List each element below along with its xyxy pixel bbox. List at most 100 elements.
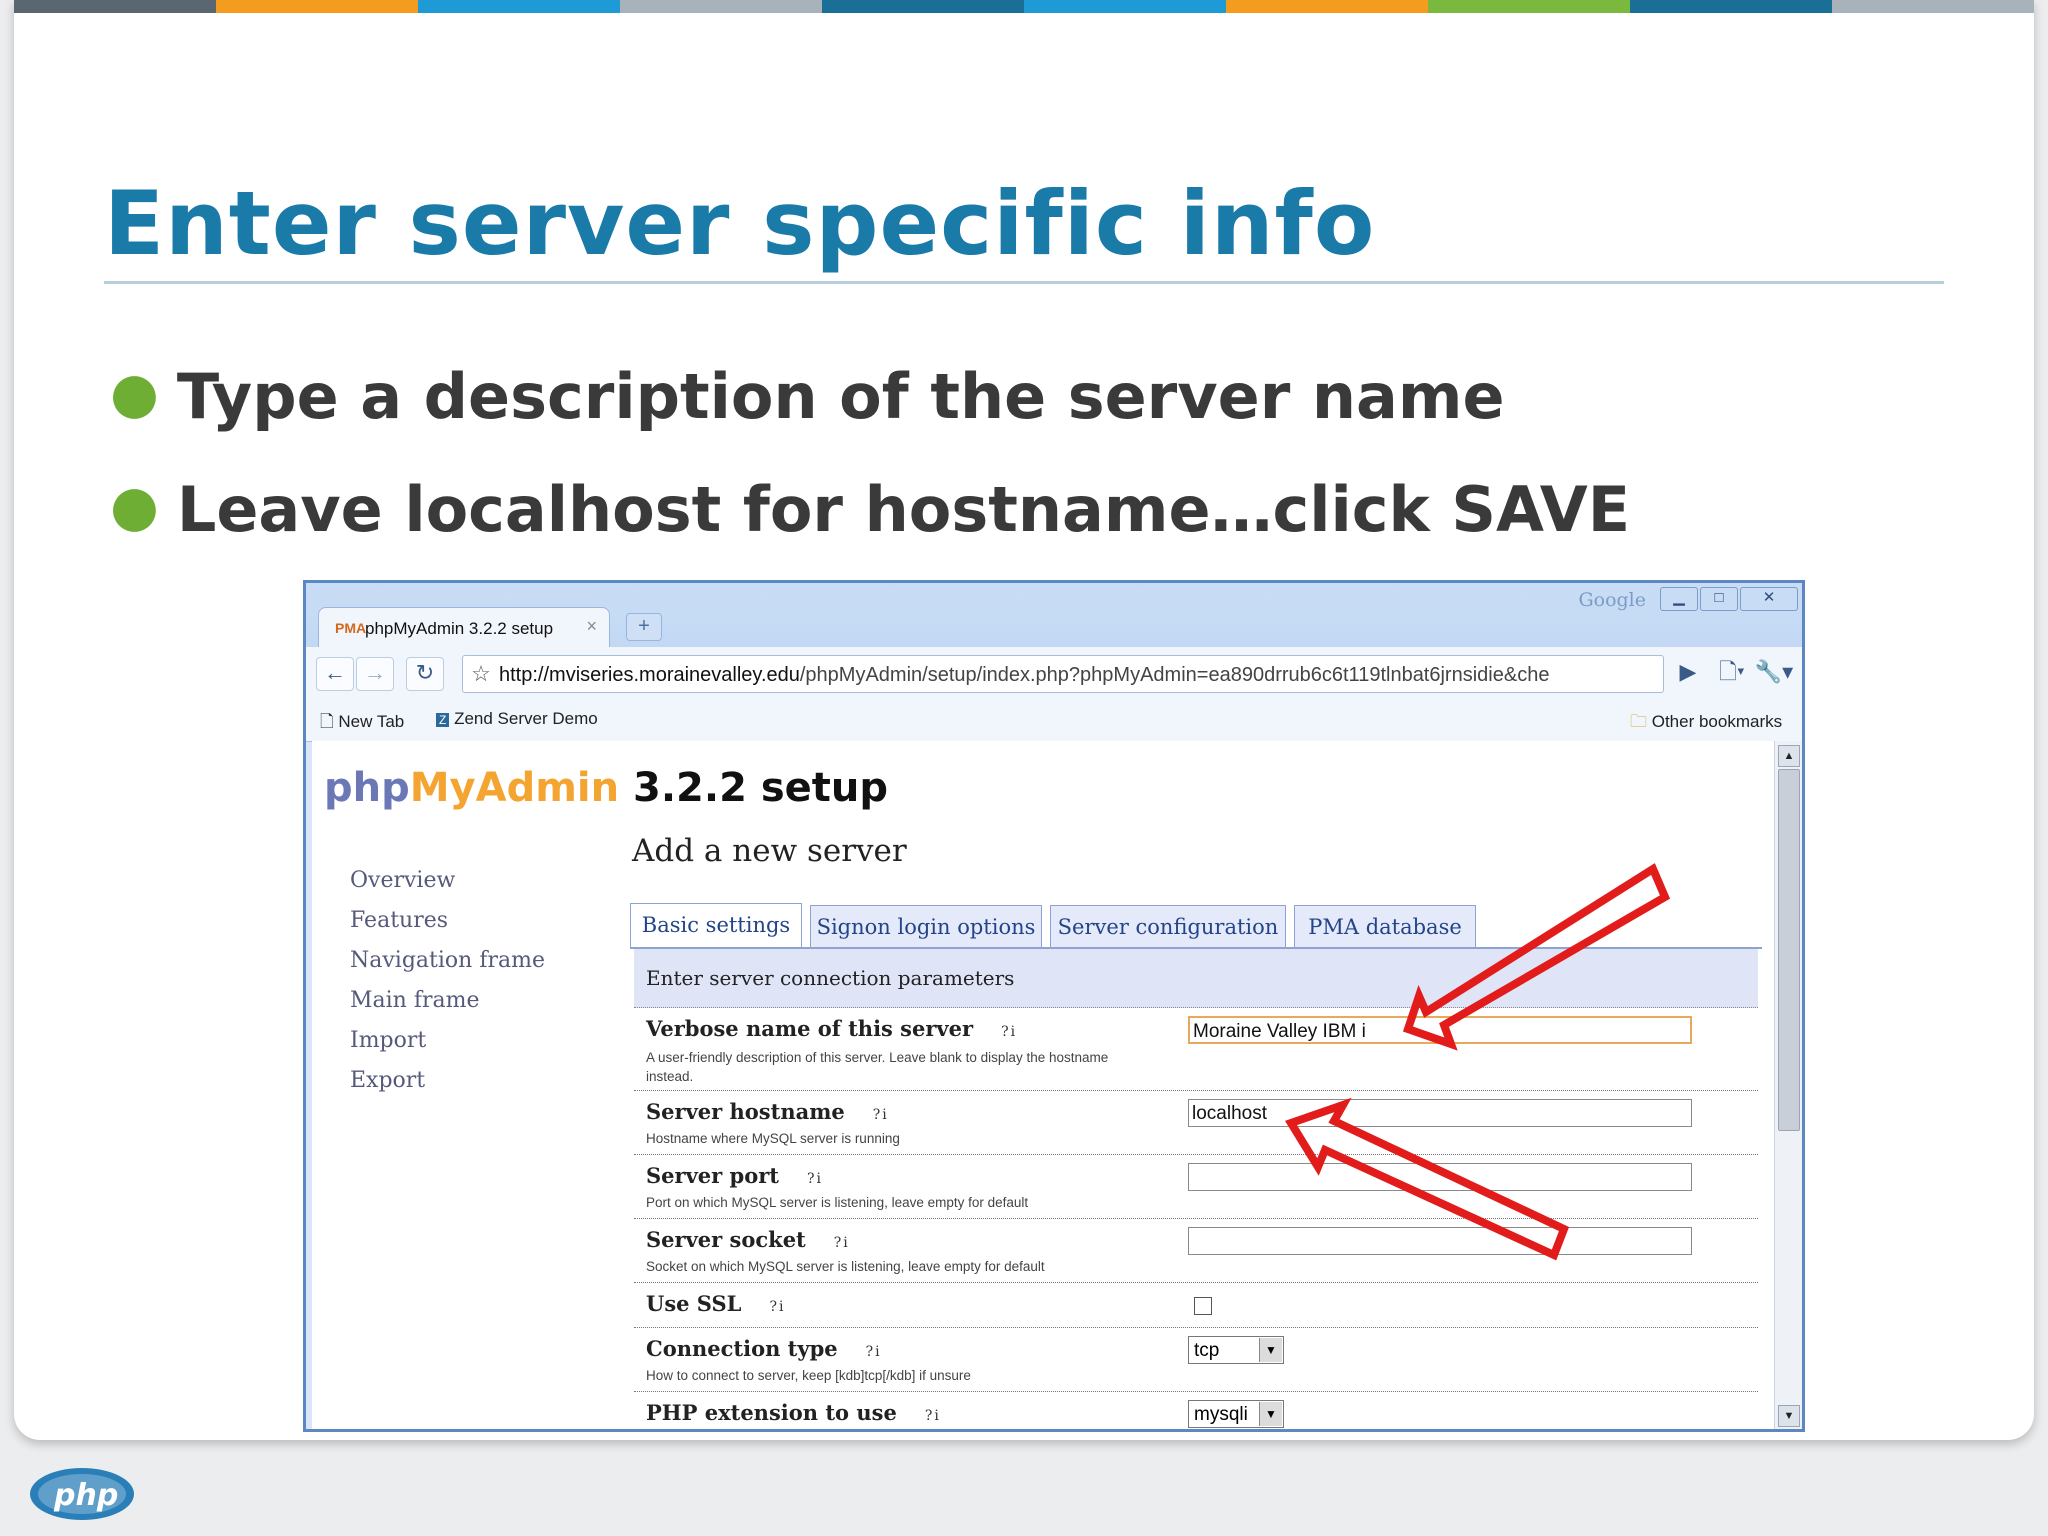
- field-description: Port on which MySQL server is listening,…: [646, 1195, 1029, 1210]
- url-host: http://mviseries.morainevalley.edu: [499, 664, 800, 686]
- help-icon[interactable]: ?i: [834, 1235, 850, 1251]
- nav-item-features[interactable]: Features: [350, 901, 545, 941]
- browser-page: phpMyAdmin 3.2.2 setup Overview Features…: [312, 741, 1774, 1429]
- maximize-icon[interactable]: □: [1700, 587, 1738, 611]
- zend-icon: Z: [436, 713, 450, 727]
- php-logo-icon: php: [30, 1468, 134, 1520]
- field-description: Socket on which MySQL server is listenin…: [646, 1259, 1045, 1274]
- setup-nav: Overview Features Navigation frame Main …: [350, 861, 545, 1101]
- title-divider: [104, 281, 1944, 284]
- server-form: Enter server connection parameters Verbo…: [634, 949, 1758, 1429]
- tab-server-configuration[interactable]: Server configuration: [1050, 905, 1286, 947]
- page-menu-icon[interactable]: 🗋▾: [1710, 657, 1754, 689]
- bullet-text: Type a description of the server name: [176, 360, 1505, 433]
- field-label: Server port ?i: [646, 1163, 823, 1188]
- field-label: Use SSL ?i: [646, 1291, 786, 1316]
- tab-basic-settings[interactable]: Basic settings: [630, 903, 802, 947]
- field-label: PHP extension to use ?i: [646, 1400, 941, 1425]
- bullet-text: Leave localhost for hostname…click SAVE: [176, 473, 1631, 546]
- bullet-item: ● Type a description of the server name: [110, 360, 1505, 433]
- field-label: Verbose name of this server ?i: [646, 1016, 1018, 1041]
- field-label: Server hostname ?i: [646, 1099, 889, 1124]
- forward-icon[interactable]: →: [356, 657, 394, 691]
- slide: Enter server specific info ● Type a descr…: [14, 0, 2034, 1440]
- stripe-segment: [216, 0, 418, 13]
- nav-item-export[interactable]: Export: [350, 1061, 545, 1101]
- connection-type-select[interactable]: tcp ▼: [1188, 1336, 1284, 1364]
- section-title: Add a new server: [632, 833, 907, 869]
- verbose-name-input[interactable]: Moraine Valley IBM i: [1188, 1016, 1692, 1044]
- stripe-segment: [1226, 0, 1428, 13]
- field-description: How to connect to server, keep [kdb]tcp[…: [646, 1368, 971, 1383]
- page-scrollbar[interactable]: ▲ ▼: [1774, 741, 1802, 1429]
- go-icon[interactable]: ▶: [1670, 657, 1706, 689]
- url-path: /phpMyAdmin/setup/index.php?phpMyAdmin=e…: [799, 664, 1550, 686]
- form-row-php-extension: PHP extension to use ?i mysqli ▼: [634, 1392, 1758, 1429]
- form-row-connection-type: Connection type ?i How to connect to serv…: [634, 1328, 1758, 1392]
- stripe-segment: [1630, 0, 1832, 13]
- tab-title: phpMyAdmin 3.2.2 setup: [365, 619, 554, 638]
- browser-window: Google ▁ □ ✕ PMA phpMyAdmin 3.2.2 setup …: [303, 580, 1805, 1432]
- back-icon[interactable]: ←: [316, 657, 354, 691]
- tab-close-icon[interactable]: ×: [586, 616, 597, 637]
- wrench-icon[interactable]: 🔧▾: [1752, 657, 1796, 689]
- nav-item-import[interactable]: Import: [350, 1021, 545, 1061]
- color-stripe: [14, 0, 2034, 13]
- browser-toolbar: ← → ↻ ☆ http://mviseries.morainevalley.ed…: [306, 647, 1802, 697]
- form-row-server-port: Server port ?i Port on which MySQL server…: [634, 1155, 1758, 1219]
- field-label: Connection type ?i: [646, 1336, 882, 1361]
- bookmark-zend-server-demo[interactable]: Z Zend Server Demo: [436, 709, 598, 729]
- scroll-up-icon[interactable]: ▲: [1778, 745, 1800, 767]
- bookmark-star-icon[interactable]: ☆: [463, 656, 499, 691]
- use-ssl-checkbox[interactable]: [1194, 1297, 1212, 1315]
- scroll-down-icon[interactable]: ▼: [1778, 1405, 1800, 1427]
- help-icon[interactable]: ?i: [807, 1171, 823, 1187]
- form-row-verbose-name: Verbose name of this server ?i A user-fri…: [634, 1008, 1758, 1091]
- server-socket-input[interactable]: [1188, 1227, 1692, 1255]
- stripe-segment: [1024, 0, 1226, 13]
- stripe-segment: [1428, 0, 1630, 13]
- new-tab-button[interactable]: +: [626, 613, 662, 641]
- minimize-icon[interactable]: ▁: [1660, 587, 1698, 611]
- tab-signon-login-options[interactable]: Signon login options: [810, 905, 1042, 947]
- address-bar[interactable]: ☆ http://mviseries.morainevalley.edu/phpM…: [462, 655, 1664, 693]
- other-bookmarks[interactable]: 🗀 Other bookmarks: [1630, 709, 1782, 738]
- bookmark-new-tab[interactable]: 🗋 New Tab: [320, 709, 404, 738]
- help-icon[interactable]: ?i: [873, 1107, 889, 1123]
- bookmarks-bar: 🗋 New Tab Z Zend Server Demo 🗀 Other boo…: [306, 697, 1802, 742]
- server-port-input[interactable]: [1188, 1163, 1692, 1191]
- help-icon[interactable]: ?i: [769, 1299, 785, 1315]
- chevron-down-icon: ▼: [1259, 1338, 1282, 1362]
- folder-icon: 🗀: [1630, 712, 1647, 731]
- scroll-thumb[interactable]: [1778, 769, 1800, 1131]
- stripe-segment: [418, 0, 620, 13]
- close-icon[interactable]: ✕: [1740, 587, 1798, 611]
- stripe-segment: [14, 0, 216, 13]
- field-label: Server socket ?i: [646, 1227, 850, 1252]
- nav-item-main-frame[interactable]: Main frame: [350, 981, 545, 1021]
- stripe-segment: [822, 0, 1024, 13]
- browser-tab[interactable]: PMA phpMyAdmin 3.2.2 setup ×: [318, 607, 610, 648]
- pma-logo: phpMyAdmin 3.2.2 setup: [324, 765, 888, 811]
- stripe-segment: [1832, 0, 2034, 13]
- nav-item-overview[interactable]: Overview: [350, 861, 545, 901]
- page-icon: 🗋: [320, 712, 334, 731]
- form-header: Enter server connection parameters: [634, 949, 1758, 1008]
- help-icon[interactable]: ?i: [925, 1408, 941, 1424]
- field-description: Hostname where MySQL server is running: [646, 1131, 900, 1146]
- pma-favicon-icon: PMA: [335, 620, 367, 636]
- nav-item-navigation-frame[interactable]: Navigation frame: [350, 941, 545, 981]
- reload-icon[interactable]: ↻: [406, 657, 444, 691]
- field-description: A user-friendly description of this serv…: [646, 1050, 1109, 1084]
- help-icon[interactable]: ?i: [866, 1344, 882, 1360]
- tab-pma-database[interactable]: PMA database: [1294, 905, 1476, 947]
- browser-chrome: Google ▁ □ ✕ PMA phpMyAdmin 3.2.2 setup …: [306, 583, 1802, 742]
- bullet-dot-icon: ●: [110, 474, 159, 539]
- help-icon[interactable]: ?i: [1001, 1024, 1017, 1040]
- slide-title: Enter server specific info: [104, 172, 1376, 275]
- server-hostname-input[interactable]: localhost: [1188, 1099, 1692, 1127]
- php-extension-select[interactable]: mysqli ▼: [1188, 1400, 1284, 1428]
- bullet-dot-icon: ●: [110, 361, 159, 426]
- chevron-down-icon: ▼: [1259, 1402, 1282, 1426]
- php-logo-text: php: [53, 1478, 118, 1513]
